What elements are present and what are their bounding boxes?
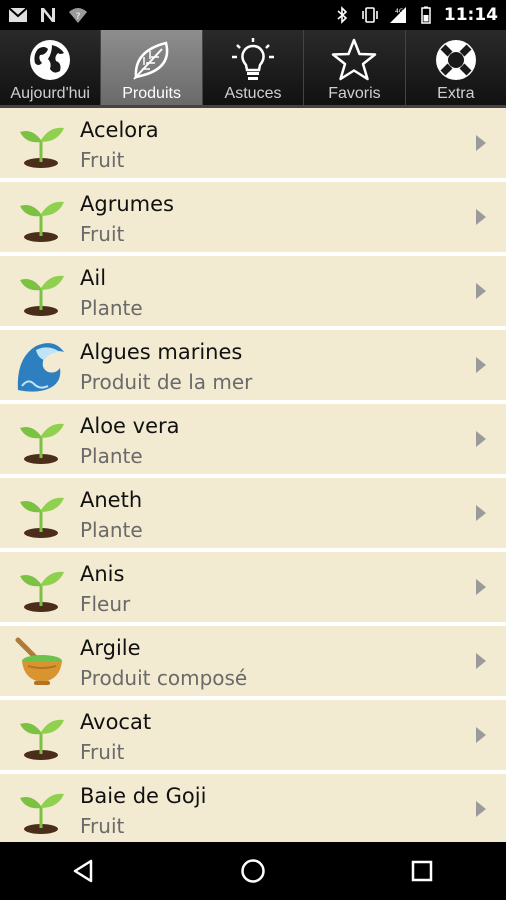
list-item-baie-de-goji[interactable]: Baie de Goji Fruit xyxy=(0,774,506,842)
tab-label: Astuces xyxy=(224,85,282,102)
status-left-icons: ? xyxy=(8,6,88,24)
item-title: Baie de Goji xyxy=(80,784,207,808)
chevron-right-icon xyxy=(476,505,486,521)
home-icon xyxy=(241,859,265,883)
chevron-right-icon xyxy=(476,653,486,669)
item-subtitle: Plante xyxy=(80,518,143,542)
list-item-acelora[interactable]: Acelora Fruit xyxy=(0,108,506,178)
n-icon xyxy=(41,8,55,22)
item-subtitle: Produit composé xyxy=(80,666,248,690)
chevron-right-icon xyxy=(476,431,486,447)
chevron-right-icon xyxy=(476,209,486,225)
sprout-icon xyxy=(20,719,64,760)
sprout-icon xyxy=(20,571,64,612)
network-label: 4G xyxy=(395,8,404,15)
sprout-icon xyxy=(20,793,64,834)
list-item-agrumes[interactable]: Agrumes Fruit xyxy=(0,182,506,252)
item-subtitle: Fruit xyxy=(80,148,125,172)
chevron-right-icon xyxy=(476,357,486,373)
status-time: 11:14 xyxy=(443,5,498,25)
list-item-avocat[interactable]: Avocat Fruit xyxy=(0,700,506,770)
item-title: Acelora xyxy=(80,118,159,142)
gmail-icon xyxy=(8,7,28,22)
globe-icon xyxy=(30,40,71,80)
sprout-icon xyxy=(20,275,64,316)
tab-astuces[interactable]: Astuces xyxy=(202,30,305,105)
sprout-icon xyxy=(20,497,64,538)
product-list: Acelora Fruit Agrumes Fruit Ail Plante A… xyxy=(0,108,506,842)
item-subtitle: Fruit xyxy=(80,814,125,838)
list-item-argile[interactable]: Argile Produit composé xyxy=(0,626,506,696)
tab-bar: Aujourd'hui Produits Astuces Favoris Ext… xyxy=(0,30,506,105)
item-title: Agrumes xyxy=(80,192,174,216)
list-item-ail[interactable]: Ail Plante xyxy=(0,256,506,326)
wave-icon xyxy=(17,343,64,392)
svg-text:?: ? xyxy=(76,12,81,22)
list-item-aneth[interactable]: Aneth Plante xyxy=(0,478,506,548)
item-title: Aloe vera xyxy=(80,414,180,438)
lifebuoy-icon xyxy=(435,40,476,80)
chevron-right-icon xyxy=(476,801,486,817)
tab-extra[interactable]: Extra xyxy=(405,30,506,105)
tab-label: Extra xyxy=(437,85,475,102)
vibrate-icon xyxy=(362,7,378,23)
tab-label: Produits xyxy=(122,85,181,102)
home-button[interactable] xyxy=(223,842,283,900)
tab-aujourdhui[interactable]: Aujourd'hui xyxy=(0,30,102,105)
chevron-right-icon xyxy=(476,135,486,151)
item-subtitle: Plante xyxy=(80,444,143,468)
bluetooth-icon xyxy=(337,6,348,24)
item-title: Avocat xyxy=(80,710,152,734)
sprout-icon xyxy=(20,423,64,464)
tab-label: Favoris xyxy=(328,85,381,102)
item-subtitle: Fruit xyxy=(80,222,125,246)
back-icon xyxy=(74,859,93,883)
chevron-right-icon xyxy=(476,579,486,595)
battery-icon xyxy=(421,6,431,24)
sprout-icon xyxy=(20,127,64,168)
star-icon xyxy=(332,38,377,81)
system-nav-bar xyxy=(0,842,506,900)
mortar-icon xyxy=(15,637,62,685)
sprout-icon xyxy=(20,201,64,242)
tab-label: Aujourd'hui xyxy=(10,85,90,102)
status-bar: ? 4G 11:14 xyxy=(0,0,506,30)
item-title: Anis xyxy=(80,562,125,586)
item-subtitle: Fleur xyxy=(80,592,131,616)
status-right-icons: 4G 11:14 xyxy=(332,5,498,25)
item-title: Argile xyxy=(80,636,141,660)
item-subtitle: Plante xyxy=(80,296,143,320)
list-item-aloe-vera[interactable]: Aloe vera Plante xyxy=(0,404,506,474)
item-title: Ail xyxy=(80,266,107,290)
wifi-question-icon: ? xyxy=(69,8,87,23)
recents-button[interactable] xyxy=(392,842,452,900)
list-item-algues-marines[interactable]: Algues marines Produit de la mer xyxy=(0,330,506,400)
item-subtitle: Fruit xyxy=(80,740,125,764)
signal-icon: 4G xyxy=(389,7,406,23)
chevron-right-icon xyxy=(476,283,486,299)
chevron-right-icon xyxy=(476,727,486,743)
recents-icon xyxy=(411,860,432,882)
tab-favoris[interactable]: Favoris xyxy=(304,30,406,105)
list-item-anis[interactable]: Anis Fleur xyxy=(0,552,506,622)
tab-produits[interactable]: Produits xyxy=(101,30,203,105)
back-button[interactable] xyxy=(54,842,114,900)
leaf-icon xyxy=(132,41,168,80)
item-subtitle: Produit de la mer xyxy=(80,370,253,394)
item-title: Algues marines xyxy=(80,340,243,364)
item-title: Aneth xyxy=(80,488,143,512)
lightbulb-icon xyxy=(232,38,275,80)
